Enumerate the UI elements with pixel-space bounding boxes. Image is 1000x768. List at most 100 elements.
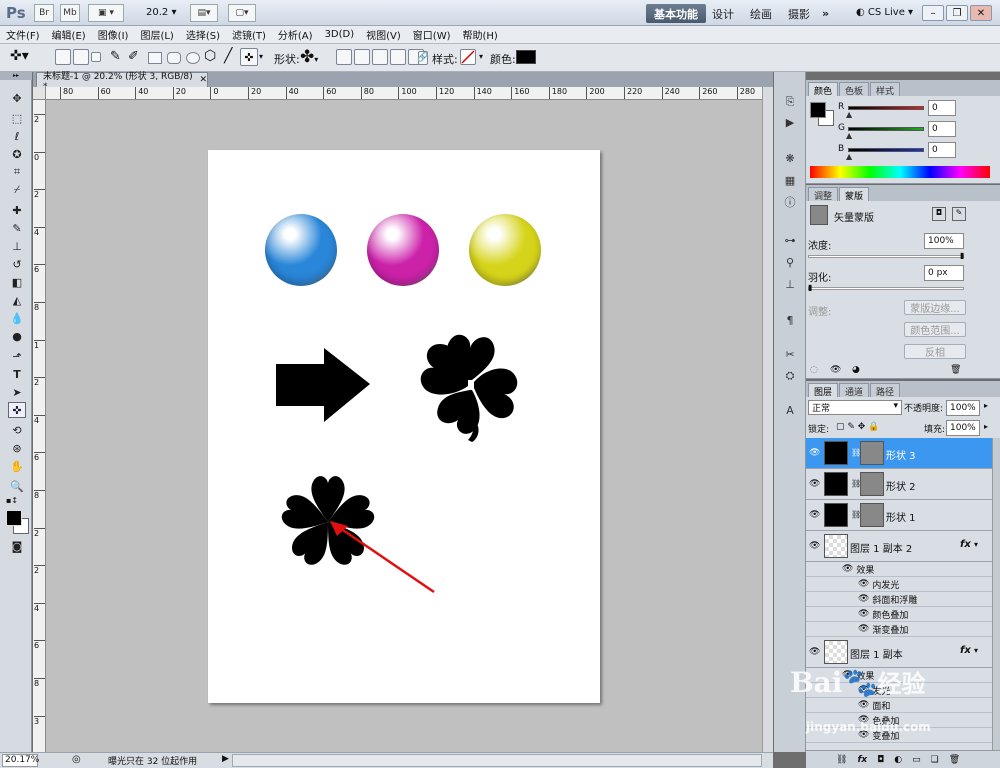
tab-adjustments[interactable]: 调整 [808, 187, 839, 202]
visibility-eye-icon[interactable]: 👁 [809, 479, 820, 489]
pen-tool-icon[interactable]: ⬏ [8, 348, 26, 364]
fx-icon[interactable]: fx [960, 645, 971, 656]
effect-eye-icon[interactable]: 👁 [858, 594, 869, 604]
3d-panel-icon[interactable]: ❋ [781, 150, 799, 166]
effect-eye-icon[interactable]: 👁 [858, 700, 869, 710]
density-slider-thumb[interactable]: ▮ [960, 251, 964, 260]
opacity-slider-arrow-icon[interactable]: ▸ [984, 401, 988, 410]
vertical-scrollbar[interactable] [762, 87, 773, 752]
visibility-eye-icon[interactable]: 👁 [809, 448, 820, 458]
channel-slider[interactable] [848, 127, 924, 131]
toolbox-collapse-icon[interactable]: ▸▸ [0, 72, 32, 80]
layer-row-shape2[interactable]: 👁 ⛓ 形状 2 [806, 469, 992, 500]
effect-gradient-overlay[interactable]: 👁 渐变叠加 [806, 622, 992, 637]
ellipse-tool-icon[interactable] [186, 52, 200, 64]
masks-panel-icon[interactable]: ✂ [781, 346, 799, 362]
workspace-more[interactable]: » [814, 4, 837, 23]
foreground-color-swatch[interactable] [6, 510, 22, 526]
channel-slider[interactable] [848, 106, 924, 110]
feather-field[interactable]: 0 px [924, 265, 964, 281]
brush-tool-icon[interactable]: ✎ [8, 220, 26, 236]
close-tab-icon[interactable]: ✕ [199, 75, 207, 85]
workspace-essentials[interactable]: 基本功能 [646, 4, 706, 23]
status-info-icon[interactable]: ◎ [72, 754, 81, 765]
menu-edit[interactable]: 编辑(E) [52, 27, 86, 42]
effect-color-overlay[interactable]: 👁 颜色叠加 [806, 607, 992, 622]
feather-slider[interactable] [808, 287, 964, 290]
navigator-panel-icon[interactable]: ▦ [781, 172, 799, 188]
eyedropper-tool-icon[interactable]: ⌿ [8, 182, 26, 198]
layer-row-shape3[interactable]: 👁 ⛓ 形状 3 [806, 438, 992, 469]
effects-eye-icon[interactable]: 👁 [842, 564, 853, 574]
tab-styles[interactable]: 样式 [870, 82, 901, 97]
adjustment-layer-icon[interactable]: ◐ [894, 755, 902, 765]
actions-panel-icon[interactable]: ▶ [781, 114, 799, 130]
crop-tool-icon[interactable]: ⌗ [8, 164, 26, 180]
eraser-tool-icon[interactable]: ◧ [8, 274, 26, 290]
close-button[interactable]: ✕ [970, 5, 992, 21]
pixel-mask-icon[interactable]: ◘ [932, 207, 946, 221]
pen-tool-icon[interactable]: ✎ [110, 49, 121, 64]
intersect-shape-mode-button[interactable] [390, 49, 406, 65]
3d-rotate-icon[interactable]: ⟲ [8, 422, 26, 438]
opacity-field[interactable]: 100% [946, 400, 980, 416]
history-panel-icon[interactable]: ⎘ [781, 94, 799, 110]
tool-preset-picker[interactable]: ✜▾ [10, 48, 29, 64]
info-panel-icon[interactable]: ⓘ [781, 194, 799, 210]
fx-icon[interactable]: fx [960, 539, 971, 550]
ruler-origin[interactable] [33, 87, 46, 100]
add-shape-mode-button[interactable] [354, 49, 370, 65]
quick-mask-icon[interactable]: ◙ [8, 538, 26, 554]
line-tool-icon[interactable]: ╱ [224, 48, 232, 64]
shape-layers-mode-button[interactable] [55, 49, 71, 65]
type-tool-icon[interactable]: T [8, 366, 26, 382]
visibility-eye-icon[interactable]: 👁 [809, 541, 820, 551]
density-slider[interactable] [808, 255, 964, 258]
color-swatch[interactable] [516, 50, 536, 64]
channel-slider[interactable] [848, 148, 924, 152]
healing-brush-icon[interactable]: ✚ [8, 202, 26, 218]
magenta-glass-ball[interactable] [367, 214, 439, 286]
polygon-tool-icon[interactable]: ⬡ [204, 48, 216, 64]
3d-orbit-icon[interactable]: ⊛ [8, 440, 26, 456]
visibility-eye-icon[interactable]: 👁 [809, 647, 820, 657]
vector-mask-icon[interactable]: ✎ [952, 207, 966, 221]
shape-picker[interactable]: ✤▾ [300, 47, 318, 67]
effect-eye-icon[interactable]: 👁 [858, 579, 869, 589]
channel-value-field[interactable]: 0 [928, 142, 956, 158]
custom-shape-tool-icon[interactable]: ✜ [240, 48, 258, 66]
document-canvas[interactable] [208, 150, 600, 703]
workspace-photography[interactable]: 摄影 [780, 4, 818, 23]
view-extras-button[interactable]: ▣ ▾ [88, 4, 124, 22]
history-brush-icon[interactable]: ↺ [8, 256, 26, 272]
menu-select[interactable]: 选择(S) [186, 27, 220, 42]
mini-bridge-button[interactable]: Mb [60, 4, 80, 22]
effects-row[interactable]: 👁 效果 [806, 562, 992, 577]
mask-visibility-icon[interactable]: 👁 [830, 365, 841, 375]
minimize-button[interactable]: – [922, 5, 944, 21]
dodge-tool-icon[interactable]: ● [8, 328, 26, 344]
effect-inner-glow[interactable]: 👁 内发光 [806, 577, 992, 592]
channel-slider-thumb[interactable]: ▲ [846, 152, 852, 161]
layers-scrollbar[interactable] [992, 438, 1000, 750]
channel-value-field[interactable]: 0 [928, 121, 956, 137]
marquee-tool-icon[interactable]: ⬚ [8, 110, 26, 126]
workspace-painting[interactable]: 绘画 [742, 4, 780, 23]
tab-masks[interactable]: 蒙版 [839, 187, 870, 202]
menu-filter[interactable]: 滤镜(T) [232, 27, 266, 42]
freeform-pen-icon[interactable]: ✐ [128, 49, 139, 64]
move-tool-icon[interactable]: ✥ [8, 90, 26, 106]
new-group-icon[interactable]: ▭ [912, 755, 921, 765]
effect-eye-icon[interactable]: 👁 [858, 624, 869, 634]
fill-pixels-mode-button[interactable] [91, 52, 101, 62]
tab-paths[interactable]: 路径 [870, 383, 901, 398]
menu-file[interactable]: 文件(F) [6, 27, 40, 42]
apply-mask-icon[interactable]: ◕ [852, 365, 860, 375]
clone-source-panel-icon[interactable]: ⚲ [781, 254, 799, 270]
bridge-button[interactable]: Br [34, 4, 54, 22]
custom-shape-tool-icon[interactable]: ✜ [8, 402, 26, 418]
link-style-icon[interactable]: 🔗 [417, 51, 429, 65]
zoom-level-menu[interactable]: 20.2 ▾ [146, 7, 176, 18]
blue-glass-ball[interactable] [265, 214, 337, 286]
brush-presets-panel-icon[interactable]: ⊶ [781, 232, 799, 248]
